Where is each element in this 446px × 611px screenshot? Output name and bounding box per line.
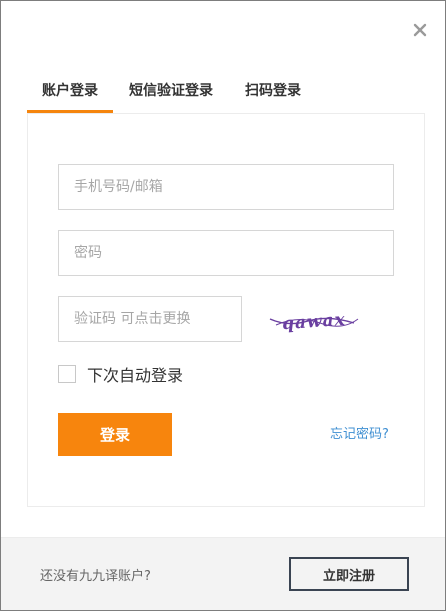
remember-label: 下次自动登录 <box>87 366 184 385</box>
tab-sms-login[interactable]: 短信验证登录 <box>129 79 213 113</box>
phone-email-input[interactable] <box>58 164 394 210</box>
captcha-input[interactable] <box>58 296 242 342</box>
svg-text:qawax: qawax <box>281 310 346 334</box>
login-button[interactable]: 登录 <box>58 413 172 456</box>
close-button[interactable] <box>409 19 431 41</box>
captcha-image[interactable]: qawax <box>268 307 360 335</box>
remember-login-option[interactable]: 下次自动登录 <box>58 363 183 385</box>
login-form-panel: qawax 下次自动登录 登录 忘记密码? <box>27 113 425 507</box>
forgot-password-link[interactable]: 忘记密码? <box>330 423 389 442</box>
login-dialog: 账户登录 短信验证登录 扫码登录 qawax 下次自动登录 登录 忘记密码? 还… <box>0 0 446 611</box>
footer-bar: 还没有九九译账户? 立即注册 <box>1 537 445 610</box>
tab-qr-login[interactable]: 扫码登录 <box>245 79 301 113</box>
password-input[interactable] <box>58 230 394 276</box>
remember-checkbox[interactable] <box>58 365 76 383</box>
register-button[interactable]: 立即注册 <box>289 557 409 591</box>
tab-account-login[interactable]: 账户登录 <box>27 79 113 113</box>
close-icon <box>413 23 427 37</box>
no-account-prompt: 还没有九九译账户? <box>40 569 151 584</box>
